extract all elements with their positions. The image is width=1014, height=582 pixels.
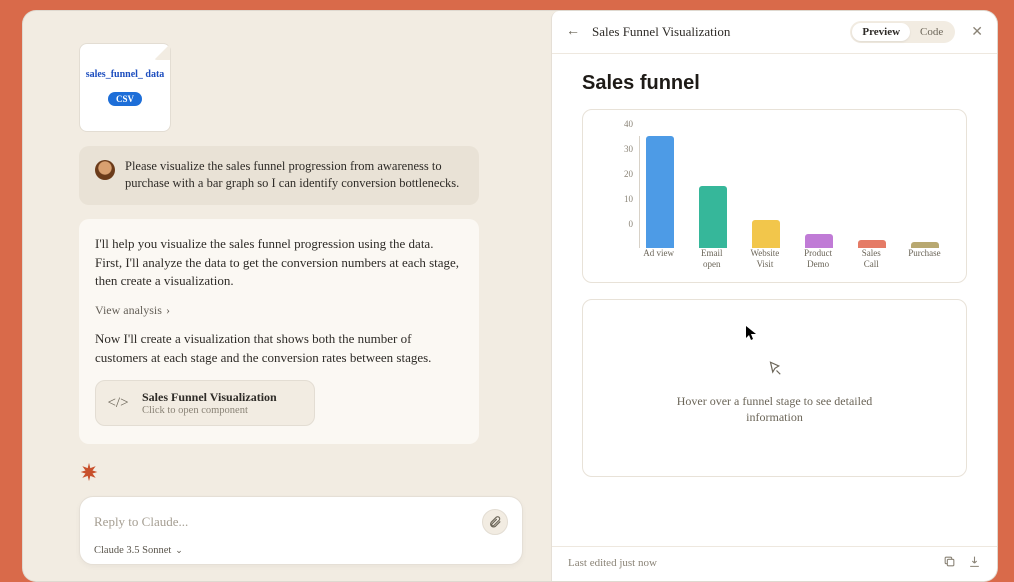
x-tick-label: Email open (692, 248, 731, 270)
chart-heading: Sales funnel (582, 72, 967, 95)
assistant-paragraph: Now I'll create a visualization that sho… (95, 330, 463, 368)
user-message: Please visualize the sales funnel progre… (79, 146, 479, 205)
download-button[interactable] (968, 555, 981, 571)
x-tick-label: Product Demo (799, 248, 838, 270)
artifact-title: Sales Funnel Visualization (142, 390, 277, 405)
claude-logo-icon (79, 462, 99, 482)
copy-icon (943, 555, 956, 568)
bar[interactable] (858, 240, 886, 248)
hover-hint-text: Hover over a funnel stage to see detaile… (665, 393, 885, 427)
back-button[interactable]: ← (566, 24, 584, 40)
model-label: Claude 3.5 Sonnet (94, 545, 171, 556)
composer-placeholder: Reply to Claude... (94, 514, 188, 530)
x-tick-label: Ad view (639, 248, 678, 270)
view-analysis-label: View analysis (95, 303, 162, 318)
bar[interactable] (805, 234, 833, 248)
x-tick-label: Website Visit (745, 248, 784, 270)
code-icon: </> (96, 381, 140, 425)
attach-button[interactable] (482, 509, 508, 535)
y-axis: 403020100 (603, 124, 633, 234)
file-name: sales_funnel_ data (82, 69, 169, 82)
pointer-icon (766, 360, 784, 383)
x-axis-labels: Ad view Email open Website Visit Product De… (639, 248, 944, 270)
x-tick-label: Purchase (905, 248, 944, 270)
artifact-card[interactable]: </> Sales Funnel Visualization Click to … (95, 380, 315, 426)
close-button[interactable]: ✕ (971, 24, 983, 41)
bar[interactable] (699, 186, 727, 248)
chevron-down-icon: ⌄ (175, 545, 183, 556)
chart-card: 403020100 Ad view Email open Website Visit… (582, 109, 967, 283)
composer[interactable]: Reply to Claude... Claude 3.5 Sonnet ⌄ (79, 496, 523, 565)
x-tick-label: Sales Call (852, 248, 891, 270)
copy-button[interactable] (943, 555, 956, 571)
assistant-paragraph: I'll help you visualize the sales funnel… (95, 235, 463, 292)
bar[interactable] (646, 136, 674, 248)
bar[interactable] (911, 242, 939, 248)
tab-preview[interactable]: Preview (852, 23, 910, 41)
hover-hint-card: Hover over a funnel stage to see detaile… (582, 299, 967, 478)
user-message-text: Please visualize the sales funnel progre… (125, 158, 463, 193)
model-selector[interactable]: Claude 3.5 Sonnet ⌄ (94, 545, 508, 556)
assistant-message: I'll help you visualize the sales funnel… (79, 219, 479, 444)
preview-code-toggle: Preview Code (850, 21, 955, 43)
artifact-subtitle: Click to open component (142, 405, 277, 416)
panel-title: Sales Funnel Visualization (592, 24, 730, 40)
file-attachment[interactable]: sales_funnel_ data CSV (79, 43, 171, 132)
avatar (95, 160, 115, 180)
last-edited-label: Last edited just now (568, 557, 657, 569)
tab-code[interactable]: Code (910, 23, 953, 41)
view-analysis-link[interactable]: View analysis › (95, 303, 463, 318)
paperclip-icon (488, 515, 502, 529)
download-icon (968, 555, 981, 568)
bar-chart[interactable]: 403020100 (605, 128, 944, 248)
file-type-badge: CSV (108, 92, 142, 106)
artifact-panel: ← Sales Funnel Visualization Preview Cod… (551, 11, 997, 581)
bar[interactable] (752, 220, 780, 248)
chevron-right-icon: › (166, 303, 170, 318)
